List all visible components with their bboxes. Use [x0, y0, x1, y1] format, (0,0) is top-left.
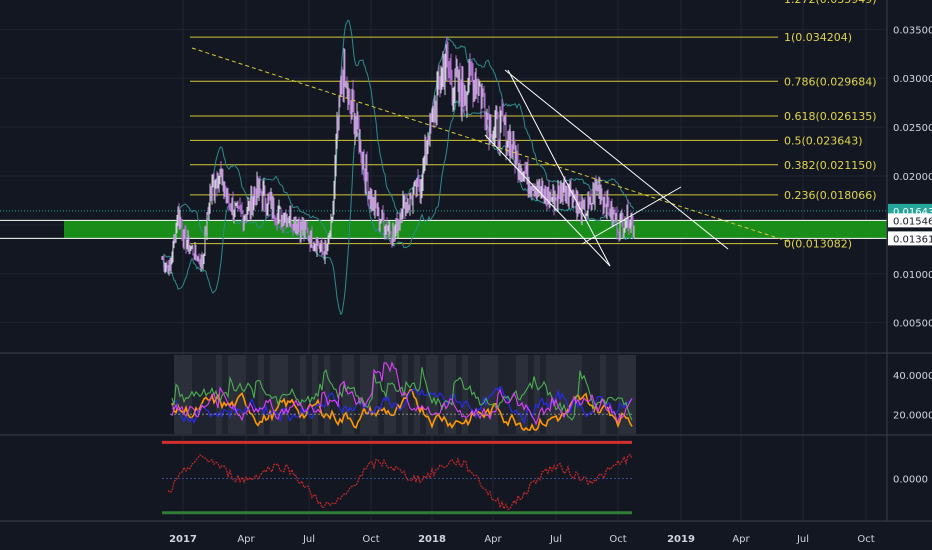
dmi-shade-cell: [480, 355, 486, 434]
fib-label-0.5: 0.5(0.023643): [784, 134, 863, 147]
time-tick-label-5: Apr: [484, 534, 502, 545]
dmi-shade-cell: [180, 355, 186, 434]
time-tick-label-0: 2017: [169, 534, 197, 545]
dmi-tick-label-0: 40.0000: [893, 371, 932, 382]
price-chart[interactable]: 1(0.034204) 0.786(0.029684) 0.618(0.026135…: [0, 0, 932, 550]
time-tick-label-1: Apr: [237, 534, 255, 545]
dmi-shade-cell: [528, 355, 534, 434]
fib-label-0: 0(0.013082): [784, 238, 852, 251]
fib-label-0.382: 0.382(0.021150): [784, 159, 877, 172]
dmi-shade-cell: [594, 355, 600, 434]
fib-label-1: 1(0.034204): [784, 31, 852, 44]
price-tick-label-3: 0.020000: [893, 172, 932, 183]
price-tick-label-2: 0.025000: [893, 123, 932, 134]
dmi-shade-cell: [270, 355, 276, 434]
price-tag-label-1: 0.015463: [893, 216, 932, 227]
dmi-shade-cell: [318, 355, 324, 434]
price-tag-label-2: 0.013619: [893, 234, 932, 245]
dmi-shade-cell: [228, 355, 234, 434]
dmi-shade-cell: [306, 355, 312, 434]
dmi-shade-cell: [606, 355, 612, 434]
osc-tick-label-0: 0.0000: [893, 475, 928, 486]
time-tick-label-6: Jul: [549, 534, 562, 545]
dmi-shade-cell: [372, 355, 378, 434]
dmi-shade-cell: [276, 355, 282, 434]
price-tick-label-5: 0.005000: [893, 319, 932, 330]
price-tick-label-4: 0.010000: [893, 270, 932, 281]
dmi-shade-cell: [354, 355, 360, 434]
dmi-shading: [174, 355, 636, 434]
dmi-shade-cell: [564, 355, 570, 434]
fib-label-0.236: 0.236(0.018066): [784, 189, 877, 202]
time-tick-label-4: 2018: [418, 534, 446, 545]
dmi-shade-cell: [294, 355, 300, 434]
support-zone-rect: [64, 220, 887, 239]
time-tick-label-11: Oct: [857, 534, 874, 545]
time-tick-label-10: Jul: [796, 534, 809, 545]
dmi-shade-cell: [234, 355, 240, 434]
fib-label-0.618: 0.618(0.026135): [784, 110, 877, 123]
dmi-shade-cell: [300, 355, 306, 434]
dmi-shade-cell: [630, 355, 636, 434]
time-tick-label-8: 2019: [667, 534, 695, 545]
time-tick-label-2: Jul: [302, 534, 315, 545]
dmi-shade-cell: [576, 355, 582, 434]
time-tick-label-7: Oct: [609, 534, 626, 545]
dmi-shade-cell: [570, 355, 576, 434]
price-tick-label-1: 0.030000: [893, 74, 932, 85]
fib-label-1.272: 1.272(0.035949): [784, 0, 877, 6]
dmi-shade-cell: [588, 355, 594, 434]
dmi-shade-cell: [486, 355, 492, 434]
time-tick-label-9: Apr: [732, 534, 750, 545]
dmi-shade-cell: [246, 355, 252, 434]
dmi-shade-cell: [600, 355, 606, 434]
time-tick-label-3: Oct: [362, 534, 379, 545]
price-tick-label-0: 0.035000: [893, 25, 932, 36]
fib-label-0.786: 0.786(0.029684): [784, 75, 877, 88]
dmi-tick-label-1: 20.0000: [893, 410, 932, 421]
dmi-shade-cell: [360, 355, 366, 434]
dmi-shade-cell: [342, 355, 348, 434]
